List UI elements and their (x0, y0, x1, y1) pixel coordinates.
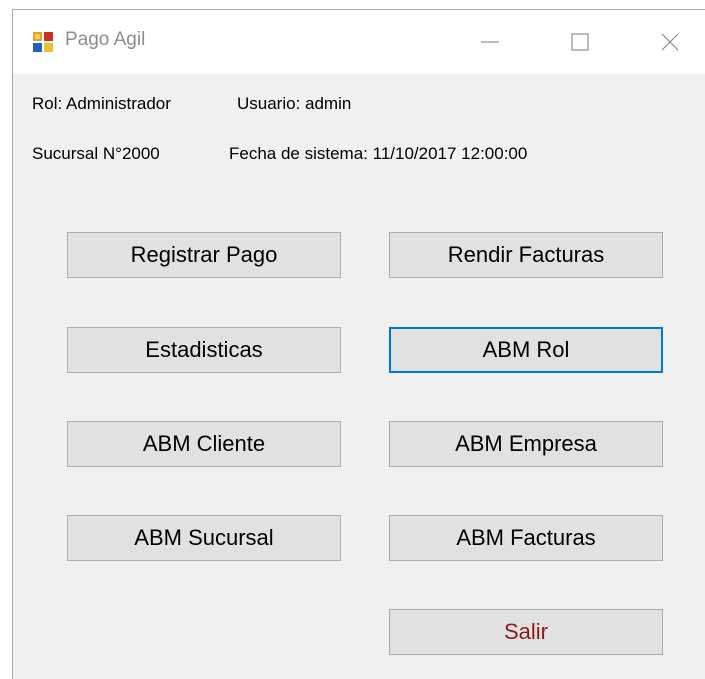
rendir-facturas-button[interactable]: Rendir Facturas (389, 232, 663, 278)
desktop-background-strip (0, 0, 705, 9)
app-icon (33, 32, 53, 52)
role-label: Rol: Administrador (32, 94, 171, 113)
branch-label: Sucursal N°2000 (32, 144, 160, 163)
estadisticas-button[interactable]: Estadisticas (67, 327, 341, 373)
main-window: Pago Agil Rol: Administrador Usuario: ad… (12, 9, 705, 679)
abm-sucursal-button[interactable]: ABM Sucursal (67, 515, 341, 561)
abm-cliente-button[interactable]: ABM Cliente (67, 421, 341, 467)
close-icon (661, 33, 679, 51)
abm-empresa-button[interactable]: ABM Empresa (389, 421, 663, 467)
close-button[interactable] (641, 10, 699, 74)
minimize-icon (481, 41, 499, 43)
abm-rol-button[interactable]: ABM Rol (389, 327, 663, 373)
user-label: Usuario: admin (237, 94, 352, 113)
registrar-pago-button[interactable]: Registrar Pago (67, 232, 341, 278)
system-date-label: Fecha de sistema: 11/10/2017 12:00:00 (229, 144, 528, 163)
maximize-button[interactable] (551, 10, 609, 74)
abm-facturas-button[interactable]: ABM Facturas (389, 515, 663, 561)
minimize-button[interactable] (461, 10, 519, 74)
title-bar[interactable]: Pago Agil (13, 10, 705, 74)
salir-button[interactable]: Salir (389, 609, 663, 655)
maximize-icon (571, 33, 589, 51)
window-title: Pago Agil (65, 29, 146, 50)
